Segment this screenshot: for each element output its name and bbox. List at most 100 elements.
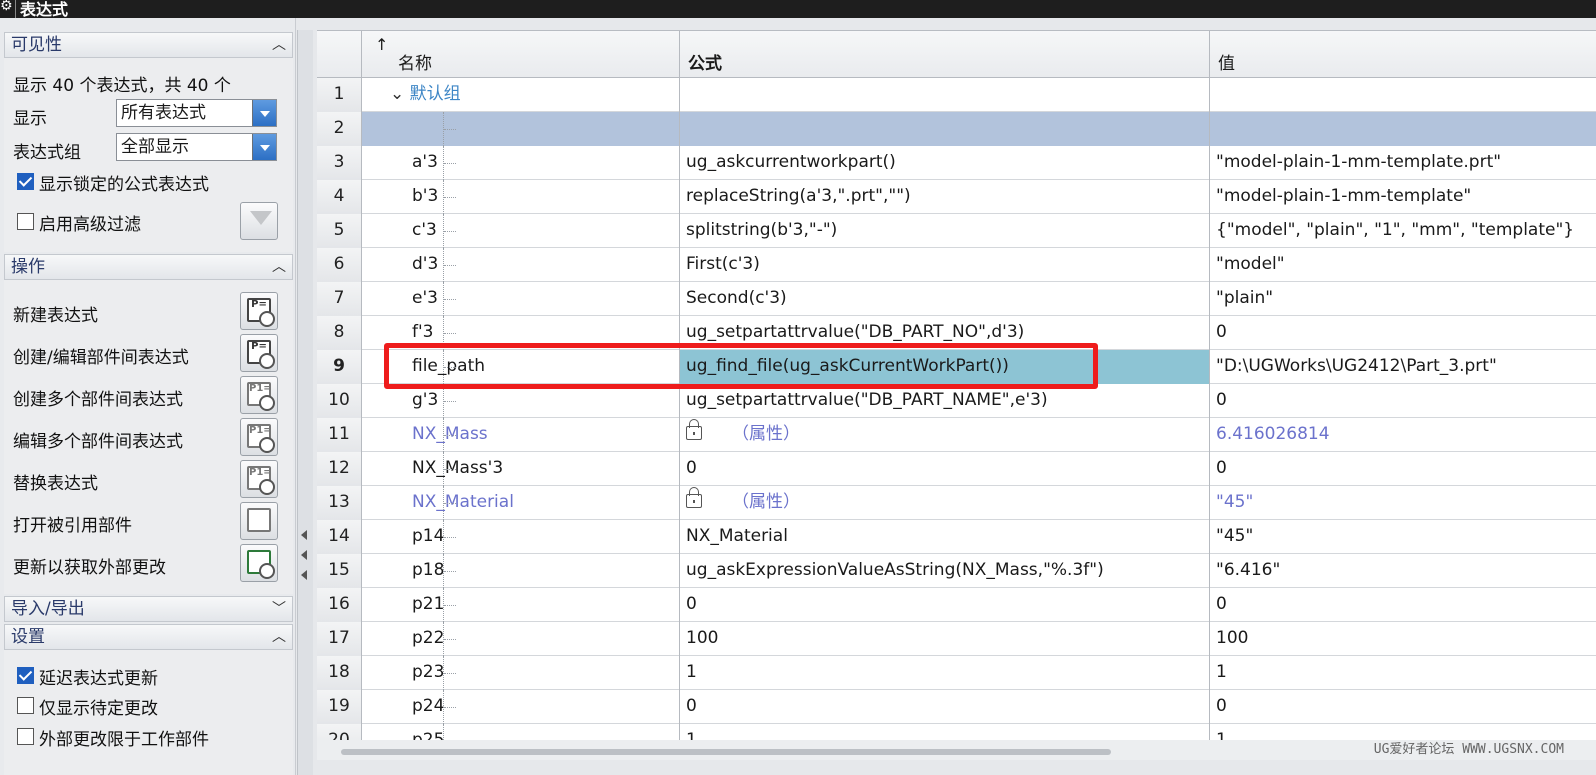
value-column-header[interactable]: 值: [1210, 31, 1596, 78]
chevron-up-icon[interactable]: ︿: [272, 255, 286, 279]
update-external-button[interactable]: [240, 544, 278, 582]
formula-cell[interactable]: 1: [680, 656, 1210, 690]
row-number[interactable]: 5: [317, 214, 362, 248]
name-cell[interactable]: p24: [362, 690, 680, 724]
name-cell[interactable]: e'3: [362, 282, 680, 316]
formula-cell[interactable]: ug_setpartattrvalue("DB_PART_NAME",e'3): [680, 384, 1210, 418]
filter-button[interactable]: [240, 202, 278, 240]
formula-column-header[interactable]: 公式: [680, 31, 1210, 78]
row-number[interactable]: 10: [317, 384, 362, 418]
table-row[interactable]: 12 NX_Mass'3 0 0: [317, 452, 1596, 486]
value-cell[interactable]: "model-plain-1-mm-template.prt": [1210, 146, 1596, 180]
table-row[interactable]: 11 NX_Mass （属性） 6.416026814: [317, 418, 1596, 452]
value-cell[interactable]: "model-plain-1-mm-template": [1210, 180, 1596, 214]
name-cell[interactable]: p18: [362, 554, 680, 588]
row-number[interactable]: 18: [317, 656, 362, 690]
formula-cell[interactable]: 0: [680, 452, 1210, 486]
name-cell[interactable]: p21: [362, 588, 680, 622]
value-cell[interactable]: 0: [1210, 384, 1596, 418]
table-row[interactable]: 16 p21 0 0: [317, 588, 1596, 622]
collapse-left-icon[interactable]: [301, 570, 307, 580]
row-number[interactable]: 16: [317, 588, 362, 622]
collapse-left-icon[interactable]: [301, 550, 307, 560]
chevron-up-icon[interactable]: ︿: [272, 33, 286, 57]
table-row[interactable]: 13 NX_Material （属性） "45": [317, 486, 1596, 520]
row-number[interactable]: 15: [317, 554, 362, 588]
value-cell[interactable]: "6.416": [1210, 554, 1596, 588]
value-cell[interactable]: "D:\UGWorks\UG2412\Part_3.prt": [1210, 350, 1596, 384]
formula-cell[interactable]: ug_askcurrentworkpart(): [680, 146, 1210, 180]
row-number[interactable]: 11: [317, 418, 362, 452]
row-number[interactable]: 14: [317, 520, 362, 554]
value-cell[interactable]: 0: [1210, 452, 1596, 486]
interpart-expression-label[interactable]: 创建/编辑部件间表达式: [13, 343, 189, 368]
replace-expression-label[interactable]: 替换表达式: [13, 469, 98, 494]
show-locked-checkbox[interactable]: [17, 173, 34, 190]
name-cell[interactable]: d'3: [362, 248, 680, 282]
formula-cell[interactable]: 0: [680, 690, 1210, 724]
formula-cell[interactable]: （属性）: [680, 418, 1210, 452]
value-cell[interactable]: "45": [1210, 520, 1596, 554]
formula-cell[interactable]: 100: [680, 622, 1210, 656]
value-cell[interactable]: [1210, 112, 1596, 146]
value-cell[interactable]: {"model", "plain", "1", "mm", "template"…: [1210, 214, 1596, 248]
name-cell[interactable]: p14: [362, 520, 680, 554]
name-column-header[interactable]: ↑ 名称: [362, 31, 680, 78]
name-cell[interactable]: NX_Material: [362, 486, 680, 520]
expression-group-dropdown[interactable]: 全部显示: [116, 133, 277, 161]
table-row[interactable]: 15 p18 ug_askExpressionValueAsString(NX_Ma…: [317, 554, 1596, 588]
replace-expression-button[interactable]: P1=: [240, 460, 278, 498]
table-row[interactable]: 17 p22 100 100: [317, 622, 1596, 656]
formula-cell[interactable]: First(c'3): [680, 248, 1210, 282]
value-cell[interactable]: 1: [1210, 656, 1596, 690]
value-cell[interactable]: "45": [1210, 486, 1596, 520]
table-row[interactable]: 10 g'3 ug_setpartattrvalue("DB_PART_NAME",…: [317, 384, 1596, 418]
formula-cell[interactable]: ug_askExpressionValueAsString(NX_Mass,"%…: [680, 554, 1210, 588]
table-row[interactable]: 1 ⌄ 默认组: [317, 78, 1596, 112]
row-number[interactable]: 9: [317, 350, 362, 384]
name-cell[interactable]: NX_Mass'3: [362, 452, 680, 486]
chevron-down-icon[interactable]: [252, 100, 276, 126]
table-row[interactable]: 4 b'3 replaceString(a'3,".prt","") "model-p…: [317, 180, 1596, 214]
table-row[interactable]: 3 a'3 ug_askcurrentworkpart() "model-plain-…: [317, 146, 1596, 180]
formula-cell[interactable]: 0: [680, 588, 1210, 622]
value-cell[interactable]: 0: [1210, 690, 1596, 724]
panel-splitter[interactable]: [297, 30, 313, 775]
open-referenced-part-label[interactable]: 打开被引用部件: [13, 511, 132, 536]
row-number[interactable]: 13: [317, 486, 362, 520]
name-cell[interactable]: p25: [362, 724, 680, 740]
name-cell[interactable]: ⌄ 默认组: [362, 78, 680, 112]
work-part-only-checkbox[interactable]: [17, 728, 34, 745]
name-cell[interactable]: c'3: [362, 214, 680, 248]
settings-section-header[interactable]: 设置 ︿: [4, 624, 293, 650]
gear-icon[interactable]: ⚙: [0, 0, 14, 14]
name-cell[interactable]: p22: [362, 622, 680, 656]
table-row[interactable]: 19 p24 0 0: [317, 690, 1596, 724]
row-number[interactable]: 1: [317, 78, 362, 112]
edit-multiple-interpart-label[interactable]: 编辑多个部件间表达式: [13, 427, 183, 452]
advanced-filter-checkbox[interactable]: [17, 213, 34, 230]
edit-multiple-interpart-button[interactable]: P1=: [240, 418, 278, 456]
interpart-expression-button[interactable]: P=: [240, 334, 278, 372]
formula-cell[interactable]: [680, 78, 1210, 112]
delay-update-checkbox[interactable]: [17, 667, 34, 684]
name-cell[interactable]: p23: [362, 656, 680, 690]
operations-section-header[interactable]: 操作 ︿: [4, 254, 293, 280]
update-external-label[interactable]: 更新以获取外部更改: [13, 553, 166, 578]
collapse-left-icon[interactable]: [301, 530, 307, 540]
pending-only-checkbox[interactable]: [17, 697, 34, 714]
row-number[interactable]: 8: [317, 316, 362, 350]
new-expression-label[interactable]: 新建表达式: [13, 301, 98, 326]
name-cell[interactable]: a'3: [362, 146, 680, 180]
name-cell[interactable]: g'3: [362, 384, 680, 418]
formula-cell[interactable]: splitstring(b'3,"-"): [680, 214, 1210, 248]
value-cell[interactable]: "plain": [1210, 282, 1596, 316]
value-cell[interactable]: 0: [1210, 316, 1596, 350]
formula-cell[interactable]: replaceString(a'3,".prt",""): [680, 180, 1210, 214]
new-expression-button[interactable]: P=: [240, 292, 278, 330]
row-number[interactable]: 2: [317, 112, 362, 146]
name-cell[interactable]: [362, 112, 680, 146]
row-number[interactable]: 19: [317, 690, 362, 724]
open-referenced-part-button[interactable]: [240, 502, 278, 540]
chevron-down-icon[interactable]: ⌄: [390, 84, 410, 104]
